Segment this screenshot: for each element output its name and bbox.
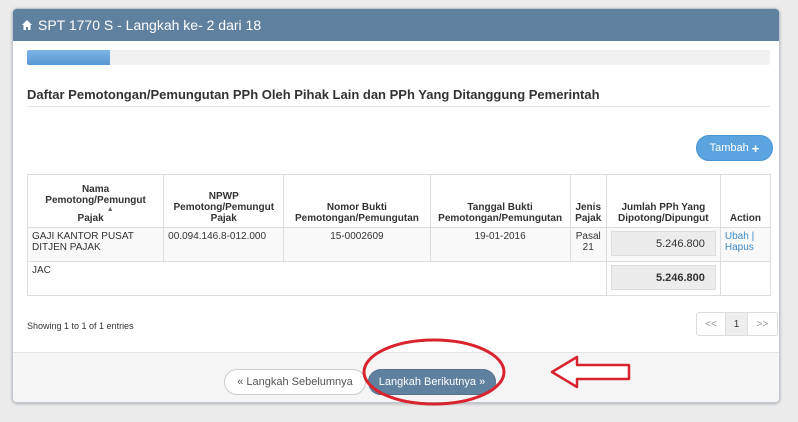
step-progress-bar [27, 50, 770, 65]
total-field: 5.246.800 [610, 265, 716, 290]
col-header-action: Action [719, 174, 772, 228]
sort-asc-icon: ▲ [106, 206, 114, 213]
cell-tanggal: 19-01-2016 [429, 227, 571, 262]
home-icon [22, 20, 32, 30]
spt-panel: SPT 1770 S - Langkah ke- 2 dari 18 Dafta… [12, 8, 780, 403]
jumlah-field: 5.246.800 [610, 231, 716, 256]
cell-npwp: 00.094.146.8-012.000 [163, 227, 285, 262]
cell-jenis: Pasal 21 [569, 227, 607, 262]
pagination-prev[interactable]: << [696, 312, 726, 336]
col-header-nama[interactable]: Nama Pemotong/Pemungut Pajak▲ [26, 174, 165, 228]
col-header-jenis[interactable]: Jenis Pajak [569, 174, 607, 228]
langkah-sebelumnya-button[interactable]: « Langkah Sebelumnya [224, 369, 366, 395]
cell-action: Ubah | Hapus [719, 227, 772, 262]
cell-jumlah: 5.246.800 [605, 227, 721, 262]
langkah-berikutnya-button[interactable]: Langkah Berikutnya » [368, 369, 496, 395]
ubah-link[interactable]: Ubah [725, 231, 749, 242]
table-row: GAJI KANTOR PUSAT DITJEN PAJAK 00.094.14… [26, 227, 772, 262]
cell-nomor: 15-0002609 [283, 227, 431, 262]
pagination-page[interactable]: 1 [726, 312, 748, 336]
wizard-footer: « Langkah Sebelumnya Langkah Berikutnya … [13, 352, 779, 402]
cell-total: 5.246.800 [605, 261, 721, 296]
plus-icon: + [751, 140, 760, 156]
tambah-label: Tambah [709, 142, 749, 154]
action-separator: | [748, 231, 755, 242]
step-progress-fill [27, 50, 110, 65]
bukti-potong-table: Nama Pemotong/Pemungut Pajak▲ NPWP Pemot… [26, 174, 772, 296]
pagination-next[interactable]: >> [748, 312, 778, 336]
pagination: << 1 >> [696, 312, 778, 336]
cell-nama: GAJI KANTOR PUSAT DITJEN PAJAK [26, 227, 165, 262]
col-header-nomor[interactable]: Nomor Bukti Pemotongan/Pemungutan [283, 174, 431, 228]
total-label: JAC [27, 261, 607, 296]
page-title: SPT 1770 S - Langkah ke- 2 dari 18 [38, 17, 262, 33]
entries-info: Showing 1 to 1 of 1 entries [27, 321, 134, 331]
section-title: Daftar Pemotongan/Pemungutan PPh Oleh Pi… [27, 87, 600, 102]
col-header-npwp[interactable]: NPWP Pemotong/Pemungut Pajak [163, 174, 285, 228]
total-row: JAC 5.246.800 [27, 261, 772, 296]
cell-total-action [719, 261, 772, 296]
col-header-jumlah[interactable]: Jumlah PPh Yang Dipotong/Dipungut [605, 174, 721, 228]
hapus-link[interactable]: Hapus [725, 242, 754, 253]
panel-header: SPT 1770 S - Langkah ke- 2 dari 18 [13, 9, 779, 41]
col-header-tanggal[interactable]: Tanggal Bukti Pemotongan/Pemungutan [429, 174, 571, 228]
section-divider [27, 106, 770, 107]
tambah-button[interactable]: Tambah + [696, 135, 773, 161]
